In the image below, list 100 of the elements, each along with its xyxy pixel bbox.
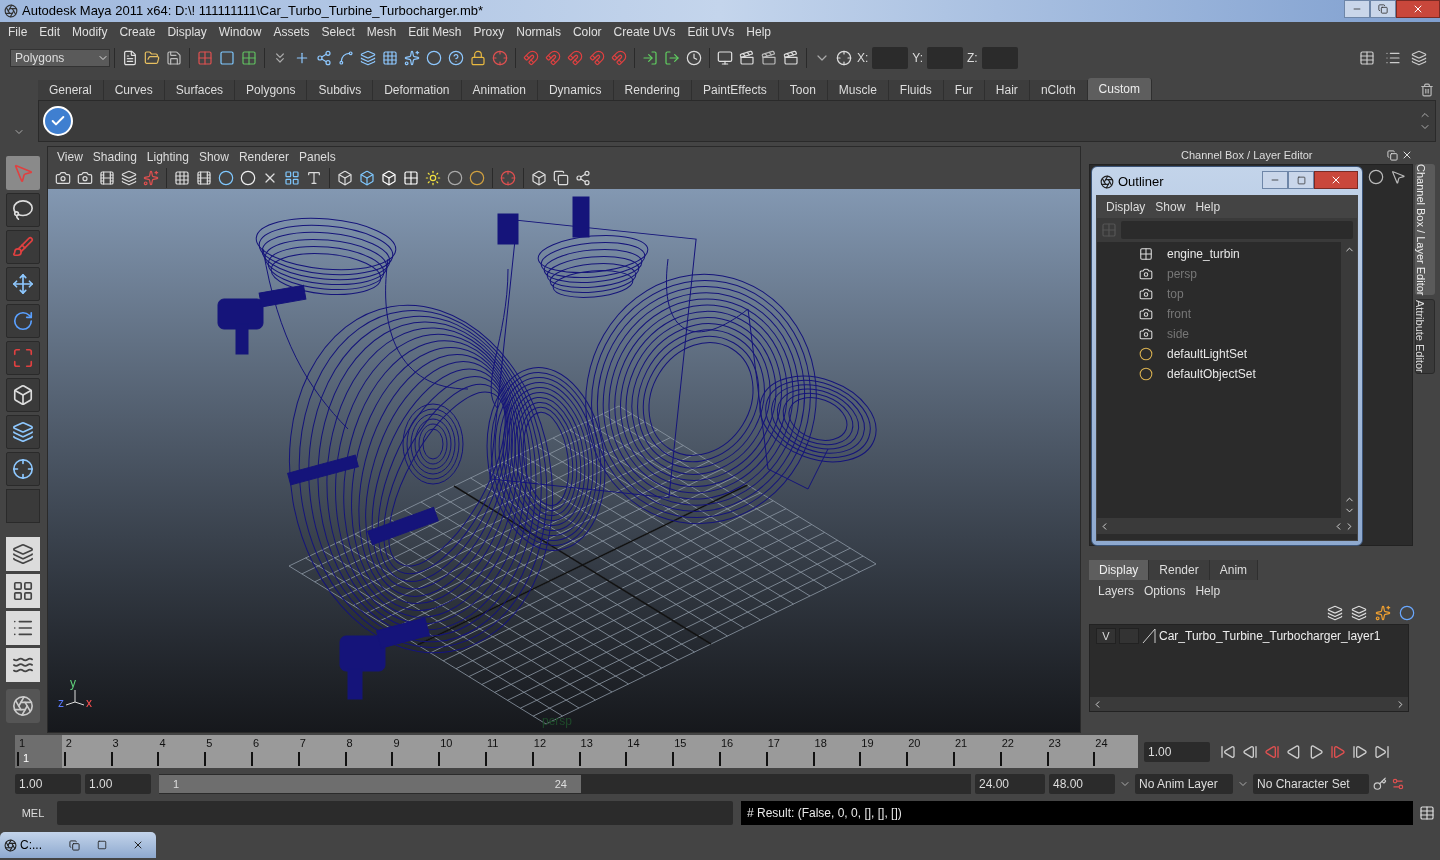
cube-outline-icon	[531, 170, 547, 186]
side-tab[interactable]: Channel Box / Layer Editor	[1415, 164, 1435, 296]
shelf-tab[interactable]: PaintEffects	[691, 80, 779, 100]
menu-item[interactable]: Create UVs	[607, 23, 682, 41]
menu-item[interactable]: Normals	[510, 23, 567, 41]
four-view-button[interactable]	[5, 574, 40, 608]
shelf-tab[interactable]: Fur	[943, 80, 985, 100]
mode-dropdown[interactable]: Polygons	[10, 49, 110, 67]
outliner-menu-item[interactable]: Display	[1101, 198, 1151, 216]
menu-item[interactable]: Modify	[66, 23, 114, 41]
share-icon	[575, 170, 591, 186]
shelf-tab[interactable]: Deformation	[373, 80, 462, 100]
step-forward-button[interactable]	[1352, 743, 1368, 760]
side-tab[interactable]: Attribute Editor	[1415, 299, 1435, 375]
menu-item[interactable]: Edit	[33, 23, 67, 41]
command-input-field[interactable]	[57, 801, 733, 825]
menu-item[interactable]: Help	[740, 23, 777, 41]
viewport-menu-item[interactable]: View	[52, 148, 88, 166]
menu-item[interactable]: Edit UVs	[681, 23, 741, 41]
shelf-tab[interactable]: Polygons	[235, 80, 308, 100]
end-time-field[interactable]: 48.00	[1049, 774, 1115, 794]
menu-item[interactable]: Mesh	[360, 23, 403, 41]
shelf-button[interactable]	[43, 106, 73, 136]
app-logo-icon	[4, 838, 17, 852]
coordinate-field[interactable]	[872, 47, 909, 69]
next-key-button[interactable]	[1330, 743, 1346, 760]
shelf-tab[interactable]: Curves	[103, 80, 165, 100]
menu-item[interactable]: Assets	[267, 23, 316, 41]
viewport-menu-item[interactable]: Renderer	[233, 148, 294, 166]
menu-item[interactable]: Edit Mesh	[402, 23, 468, 41]
previous-key-button[interactable]	[1264, 743, 1280, 760]
move-tool-button[interactable]	[5, 267, 40, 301]
current-time-field[interactable]: 1.00	[1144, 741, 1210, 762]
layer-tab[interactable]: Anim	[1209, 560, 1259, 580]
playback-end-field[interactable]: 24.00	[975, 774, 1045, 794]
visibility-toggle[interactable]: V	[1096, 628, 1116, 644]
maximize-button[interactable]	[1370, 0, 1396, 18]
shelf-tab[interactable]: Surfaces	[164, 80, 236, 100]
script-editor-button[interactable]	[5, 689, 40, 723]
menu-item[interactable]: File	[2, 23, 34, 41]
play-button[interactable]	[1308, 743, 1324, 760]
coordinate-field[interactable]	[927, 47, 964, 69]
layer-menu-item[interactable]: Options	[1139, 582, 1191, 600]
outliner-menu-item[interactable]: Show	[1150, 198, 1191, 216]
outliner-view-button[interactable]	[5, 611, 40, 645]
play-backward-button[interactable]	[1286, 743, 1302, 760]
single-view-button[interactable]	[5, 537, 40, 571]
shelf-tab[interactable]: Custom	[1087, 78, 1152, 100]
shelf-tab[interactable]: Dynamics	[537, 80, 614, 100]
shelf-tab[interactable]: Rendering	[613, 80, 692, 100]
shelf-tab[interactable]: nCloth	[1029, 80, 1088, 100]
menu-item[interactable]: Create	[113, 23, 162, 41]
command-language-label[interactable]: MEL	[15, 804, 51, 822]
maximize-button[interactable]	[1288, 171, 1314, 189]
shelf-tab[interactable]: Hair	[984, 80, 1030, 100]
viewport-menu-item[interactable]: Shading	[87, 148, 142, 166]
menu-item[interactable]: Window	[212, 23, 268, 41]
lasso-tool-button[interactable]	[5, 193, 40, 227]
range-slider-bar[interactable]: 1 24	[159, 775, 581, 793]
camera-icon	[55, 170, 71, 186]
viewport-menu-item[interactable]: Lighting	[141, 148, 194, 166]
manipulator-button[interactable]	[5, 378, 40, 412]
start-time-field[interactable]: 1.00	[15, 774, 81, 794]
layer-tab[interactable]: Render	[1149, 560, 1210, 580]
shelf-tab[interactable]: Toon	[778, 80, 828, 100]
graph-view-button[interactable]	[5, 648, 40, 682]
outliner-menu-item[interactable]: Help	[1190, 198, 1226, 216]
outliner-item[interactable]: defaultObjectSet	[1167, 365, 1256, 383]
layer-tab[interactable]: Display	[1089, 560, 1150, 580]
rotate-tool-button[interactable]	[5, 304, 40, 338]
coordinate-field[interactable]	[981, 47, 1018, 69]
layer-menu-item[interactable]: Layers	[1093, 582, 1140, 600]
layer-menu-item[interactable]: Help	[1190, 582, 1226, 600]
go-to-start-button[interactable]	[1220, 743, 1236, 760]
go-to-end-button[interactable]	[1374, 743, 1390, 760]
show-manipulator-button[interactable]	[5, 452, 40, 486]
soft-modify-button[interactable]	[5, 415, 40, 449]
viewport-menu-item[interactable]: Show	[193, 148, 234, 166]
menu-item[interactable]: Proxy	[467, 23, 511, 41]
viewport-menu-item[interactable]: Panels	[293, 148, 341, 166]
minimize-button[interactable]	[1262, 171, 1288, 189]
shelf-tab[interactable]: Subdivs	[307, 80, 374, 100]
menu-item[interactable]: Select	[315, 23, 361, 41]
anim-layer-dropdown[interactable]: No Anim Layer	[1135, 774, 1233, 794]
close-icon	[132, 839, 144, 851]
paint-select-button[interactable]	[5, 230, 40, 264]
trash-icon	[1420, 83, 1434, 97]
minimize-button[interactable]	[1344, 0, 1370, 18]
shelf-tab[interactable]: Fluids	[888, 80, 944, 100]
shelf-tab[interactable]: Muscle	[827, 80, 889, 100]
preferences-icon	[1391, 777, 1405, 791]
menu-item[interactable]: Color	[566, 23, 608, 41]
outliner-item[interactable]: defaultLightSet	[1167, 345, 1248, 363]
character-set-dropdown[interactable]: No Character Set	[1253, 774, 1369, 794]
shelf-tab[interactable]: Animation	[461, 80, 538, 100]
menu-item[interactable]: Display	[161, 23, 213, 41]
step-back-button[interactable]	[1242, 743, 1258, 760]
playback-start-field[interactable]: 1.00	[85, 774, 151, 794]
shelf-tab[interactable]: General	[38, 80, 104, 100]
outliner-item[interactable]: engine_turbin	[1167, 245, 1240, 263]
